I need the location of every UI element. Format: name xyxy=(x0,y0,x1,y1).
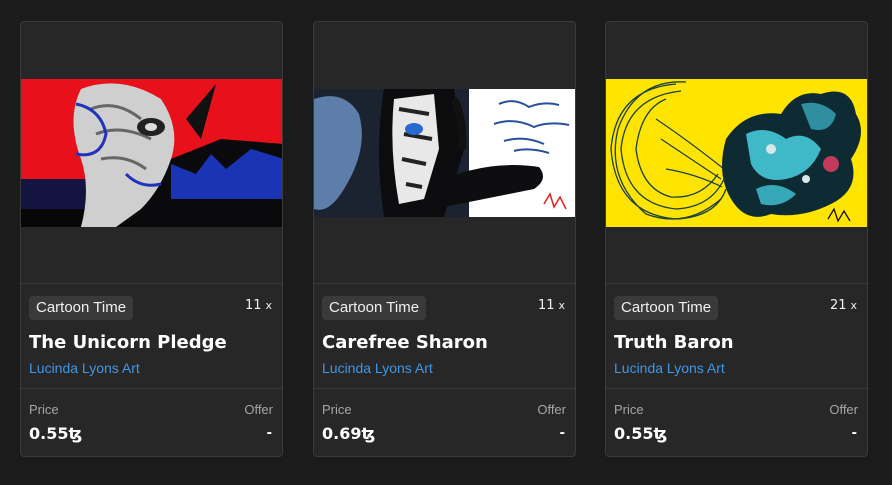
edition-count-suffix: x xyxy=(265,299,272,312)
artwork-image[interactable] xyxy=(606,79,868,227)
collection-tag[interactable]: Cartoon Time xyxy=(614,296,719,320)
price-label: Price xyxy=(29,402,59,417)
artwork-card[interactable]: Cartoon Time 11 x The Unicorn Pledge Luci… xyxy=(20,21,283,457)
price-value: 0.69ꜩ xyxy=(322,424,376,443)
pricing: Price Offer 0.55ꜩ - xyxy=(606,389,867,456)
edition-count-suffix: x xyxy=(558,299,565,312)
artwork-info: Cartoon Time 21 x Truth Baron Lucinda Lyo… xyxy=(606,284,867,389)
artwork-info: Cartoon Time 11 x Carefree Sharon Lucinda… xyxy=(314,284,575,389)
artwork-card[interactable]: Cartoon Time 11 x Carefree Sharon Lucinda… xyxy=(313,21,576,457)
offer-value: - xyxy=(559,424,565,441)
edition-count-suffix: x xyxy=(850,299,857,312)
edition-count: 11 x xyxy=(245,298,272,313)
artwork-media[interactable] xyxy=(606,22,867,284)
creator-link[interactable]: Lucinda Lyons Art xyxy=(29,360,140,376)
edition-count: 21 x xyxy=(830,298,857,313)
offer-value: - xyxy=(851,424,857,441)
offer-label: Offer xyxy=(537,402,566,417)
offer-value: - xyxy=(266,424,272,441)
price-label: Price xyxy=(322,402,352,417)
pricing: Price Offer 0.55ꜩ - xyxy=(21,389,282,456)
artwork-media[interactable] xyxy=(314,22,575,284)
price-value: 0.55ꜩ xyxy=(29,424,83,443)
offer-label: Offer xyxy=(829,402,858,417)
artwork-media[interactable] xyxy=(21,22,282,284)
artwork-image[interactable] xyxy=(21,79,283,227)
artwork-info: Cartoon Time 11 x The Unicorn Pledge Luci… xyxy=(21,284,282,389)
artwork-image[interactable] xyxy=(314,89,576,217)
artwork-grid: Cartoon Time 11 x The Unicorn Pledge Luci… xyxy=(0,0,892,485)
artwork-title[interactable]: The Unicorn Pledge xyxy=(29,332,227,353)
creator-link[interactable]: Lucinda Lyons Art xyxy=(614,360,725,376)
price-label: Price xyxy=(614,402,644,417)
creator-link[interactable]: Lucinda Lyons Art xyxy=(322,360,433,376)
collection-tag[interactable]: Cartoon Time xyxy=(29,296,134,320)
edition-count-value: 21 xyxy=(829,298,847,313)
artwork-title[interactable]: Truth Baron xyxy=(614,332,734,353)
edition-count: 11 x xyxy=(538,298,565,313)
edition-count-value: 11 xyxy=(537,298,555,313)
edition-count-value: 11 xyxy=(244,298,262,313)
artwork-title[interactable]: Carefree Sharon xyxy=(322,332,488,353)
price-value: 0.55ꜩ xyxy=(614,424,668,443)
artwork-card[interactable]: Cartoon Time 21 x Truth Baron Lucinda Lyo… xyxy=(605,21,868,457)
offer-label: Offer xyxy=(244,402,273,417)
collection-tag[interactable]: Cartoon Time xyxy=(322,296,427,320)
pricing: Price Offer 0.69ꜩ - xyxy=(314,389,575,456)
